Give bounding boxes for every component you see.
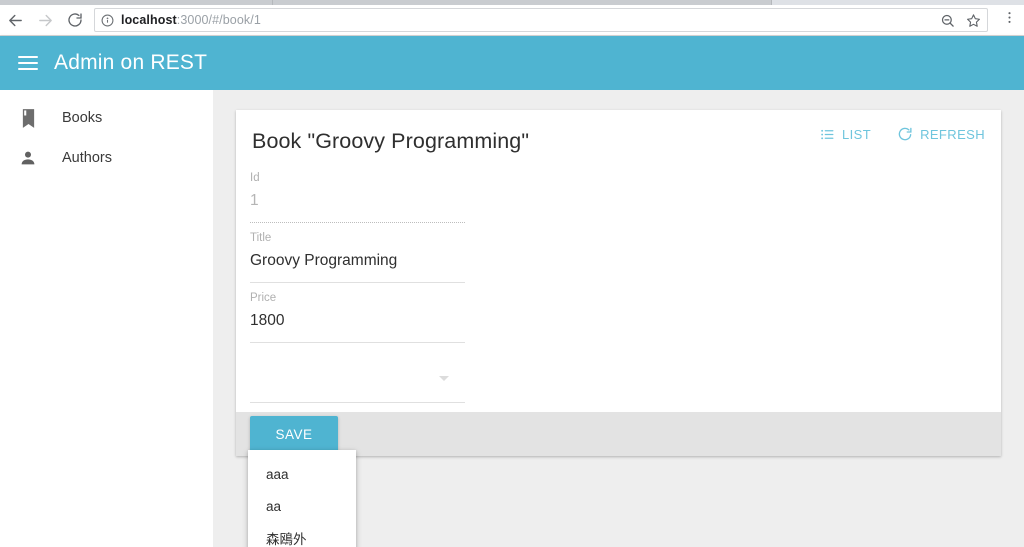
app-header: Admin on REST <box>0 36 1024 90</box>
book-icon <box>16 106 40 130</box>
field-label: Price <box>250 292 277 304</box>
title-input[interactable]: Groovy Programming <box>250 252 397 270</box>
field-price: Price 1800 <box>250 292 465 352</box>
hamburger-icon[interactable] <box>18 56 38 70</box>
field-underline <box>250 402 465 403</box>
reload-icon <box>67 12 83 28</box>
field-underline <box>250 222 465 223</box>
field-author-select[interactable] <box>250 352 465 412</box>
chevron-down-icon <box>439 376 449 381</box>
sidebar: Books Authors <box>0 90 213 547</box>
page-body: Books Authors Book "Groovy Programming" <box>0 90 1024 547</box>
menu-item[interactable]: aaa <box>248 458 356 490</box>
address-bar[interactable]: localhost:3000/#/book/1 <box>94 8 988 32</box>
url-host: localhost <box>121 13 177 27</box>
save-button[interactable]: SAVE <box>250 416 338 452</box>
star-icon[interactable] <box>966 13 981 28</box>
field-label: Title <box>250 232 272 244</box>
browser-window: localhost:3000/#/book/1 Admin on REST Bo… <box>0 0 1024 547</box>
refresh-button-label: REFRESH <box>920 126 985 142</box>
kebab-menu-icon <box>1002 10 1017 30</box>
field-id: Id 1 <box>250 172 465 232</box>
person-icon <box>16 146 40 170</box>
zoom-out-icon[interactable] <box>940 13 955 28</box>
back-arrow-icon <box>7 12 24 29</box>
refresh-icon <box>897 126 913 142</box>
field-title: Title Groovy Programming <box>250 232 465 292</box>
browser-menu-button[interactable] <box>994 5 1024 36</box>
price-input[interactable]: 1800 <box>250 312 284 330</box>
url-path: :3000/#/book/1 <box>176 13 261 27</box>
id-input: 1 <box>250 192 259 209</box>
field-label: Id <box>250 172 260 184</box>
record-card: Book "Groovy Programming" LIST REFRESH I… <box>236 110 1001 456</box>
back-button[interactable] <box>0 5 30 36</box>
info-circle-icon[interactable] <box>101 14 114 27</box>
list-button[interactable]: LIST <box>820 127 871 142</box>
sidebar-item-books[interactable]: Books <box>0 98 213 138</box>
field-underline <box>250 342 465 343</box>
record-form: Id 1 Title Groovy Programming Price 1800 <box>236 172 1001 412</box>
refresh-button[interactable]: REFRESH <box>897 126 985 142</box>
field-underline <box>250 282 465 283</box>
sidebar-item-authors[interactable]: Authors <box>0 138 213 178</box>
card-header: Book "Groovy Programming" LIST REFRESH <box>236 110 1001 172</box>
list-button-label: LIST <box>842 126 872 142</box>
author-dropdown-menu: aaa aa 森鴎外 夏目漱石 <box>248 450 356 547</box>
list-icon <box>820 127 835 142</box>
menu-item[interactable]: aa <box>248 490 356 522</box>
sidebar-item-label: Authors <box>62 150 112 166</box>
sidebar-item-label: Books <box>62 110 103 126</box>
card-actions: LIST REFRESH <box>820 126 985 142</box>
browser-toolbar: localhost:3000/#/book/1 <box>0 5 1024 36</box>
forward-arrow-icon <box>37 12 54 29</box>
page-title: Book "Groovy Programming" <box>252 128 530 153</box>
forward-button[interactable] <box>30 5 60 36</box>
reload-button[interactable] <box>60 5 90 36</box>
app-title: Admin on REST <box>54 51 208 74</box>
address-bar-text: localhost:3000/#/book/1 <box>121 13 261 27</box>
omnibox-actions <box>932 13 981 28</box>
menu-item[interactable]: 森鴎外 <box>248 522 356 547</box>
